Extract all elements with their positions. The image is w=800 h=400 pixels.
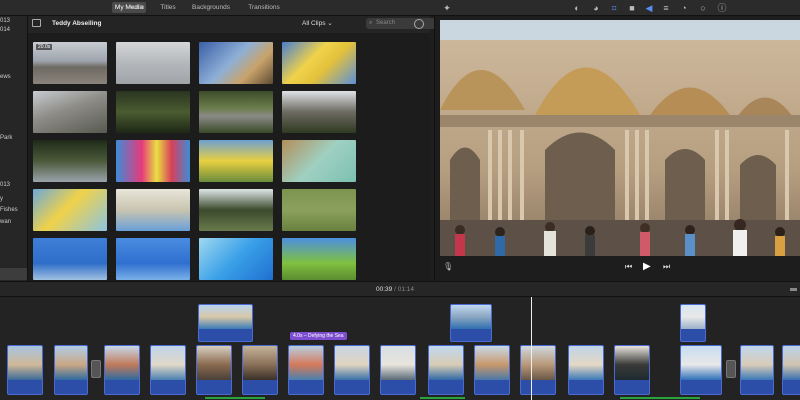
browser-header: Teddy Abseiling All Clips ⌄ ⌕ Search xyxy=(28,16,438,33)
timeline-header: 00:39 / 01:14 xyxy=(0,281,800,297)
sidebar-item[interactable]: Fishes xyxy=(0,207,18,213)
tab-titles[interactable]: Titles xyxy=(155,2,181,13)
sidebar-item[interactable]: y xyxy=(0,196,3,202)
clip-thumbnail[interactable] xyxy=(116,140,190,182)
overlay-clip[interactable] xyxy=(680,304,706,342)
timeline: 4.0s – Defying the Sea xyxy=(0,297,800,400)
timeline-clip[interactable] xyxy=(782,345,800,395)
clip-thumbnail[interactable] xyxy=(116,42,190,84)
zoom-slider[interactable] xyxy=(790,288,797,291)
stabilization-icon[interactable]: ■ xyxy=(626,2,638,14)
timeline-clip[interactable] xyxy=(242,345,278,395)
play-icon[interactable]: ▶ xyxy=(643,261,651,272)
timeline-clip[interactable] xyxy=(150,345,186,395)
speed-icon[interactable]: ◔ xyxy=(678,2,690,14)
search-icon: ⌕ xyxy=(369,20,373,26)
timeline-clip[interactable] xyxy=(334,345,370,395)
sidebar-item[interactable]: ews xyxy=(0,74,11,80)
magic-wand-icon[interactable]: ✦ xyxy=(441,2,453,14)
timeline-clip[interactable] xyxy=(680,345,722,395)
top-toolbar: My Media Audio Titles Backgrounds Transi… xyxy=(0,0,800,16)
overlay-clip[interactable] xyxy=(198,304,253,342)
clip-thumbnail[interactable] xyxy=(199,91,273,133)
audio-track[interactable] xyxy=(205,397,265,399)
timecode-separator: / xyxy=(394,286,396,293)
clip-thumbnail[interactable] xyxy=(282,91,356,133)
clip-thumbnail[interactable] xyxy=(199,238,273,280)
clip-filter-dropdown[interactable]: All Clips ⌄ xyxy=(302,19,333,27)
clip-thumbnail[interactable]: 20.0s xyxy=(33,42,107,84)
color-balance-icon[interactable]: ◐ xyxy=(571,2,583,14)
skip-back-icon[interactable]: ⏮ xyxy=(625,262,632,272)
clip-thumbnail[interactable] xyxy=(199,189,273,231)
sidebar-item[interactable]: Park xyxy=(0,135,12,141)
volume-icon[interactable]: ◀ xyxy=(643,2,655,14)
clip-thumbnail[interactable] xyxy=(116,189,190,231)
tab-transitions[interactable]: Transitions xyxy=(244,2,284,13)
timeline-clip[interactable] xyxy=(428,345,464,395)
clip-thumbnail[interactable] xyxy=(282,189,356,231)
playhead[interactable] xyxy=(531,297,532,400)
timeline-clip[interactable] xyxy=(380,345,416,395)
overlay-clip[interactable] xyxy=(450,304,492,342)
clip-thumbnail[interactable] xyxy=(282,42,356,84)
sidebar-selected-row[interactable] xyxy=(0,268,27,280)
search-placeholder: Search xyxy=(376,20,396,26)
settings-gear-icon[interactable] xyxy=(414,19,424,29)
timeline-clip[interactable] xyxy=(104,345,140,395)
transition-marker[interactable] xyxy=(91,360,101,378)
timecode-current: 00:39 xyxy=(376,286,393,293)
info-icon[interactable]: ⓘ xyxy=(716,2,728,14)
clip-thumbnail[interactable] xyxy=(199,140,273,182)
search-input[interactable]: ⌕ Search xyxy=(366,18,438,29)
clip-filter-label: All Clips xyxy=(302,20,326,27)
crop-icon[interactable]: ⌗ xyxy=(608,2,620,14)
timeline-clip[interactable] xyxy=(740,345,774,395)
timeline-clip[interactable] xyxy=(474,345,510,395)
tab-backgrounds[interactable]: Backgrounds xyxy=(189,2,233,13)
timeline-clip[interactable] xyxy=(7,345,43,395)
timeline-clip[interactable] xyxy=(568,345,604,395)
timeline-clip[interactable] xyxy=(520,345,556,395)
sidebar-item[interactable]: wan xyxy=(0,219,11,225)
video-frame-image xyxy=(440,20,800,256)
color-correction-icon[interactable]: ◕ xyxy=(590,2,602,14)
transition-marker[interactable] xyxy=(726,360,736,378)
clip-thumbnail[interactable] xyxy=(282,140,356,182)
media-browser: 20.0s xyxy=(28,33,430,281)
sidebar-item[interactable]: 013 xyxy=(0,182,10,188)
clip-thumbnail[interactable] xyxy=(282,238,356,280)
tab-audio[interactable]: Audio xyxy=(122,2,150,13)
video-preview[interactable] xyxy=(440,20,800,256)
timeline-clip[interactable] xyxy=(614,345,650,395)
timeline-clip[interactable] xyxy=(288,345,324,395)
sidebar-toggle-icon[interactable] xyxy=(32,19,41,27)
timecode-total: 01:14 xyxy=(397,286,414,293)
skip-forward-icon[interactable]: ⏭ xyxy=(663,262,670,272)
libraries-sidebar: 013 014 ews Park 013 y Fishes wan xyxy=(0,16,28,281)
clip-thumbnail[interactable] xyxy=(33,91,107,133)
viewer-panel: 🎙 ⏮ ▶ ⏭ xyxy=(434,16,800,281)
clip-thumbnail[interactable] xyxy=(199,42,273,84)
timeline-clip[interactable] xyxy=(54,345,88,395)
clip-duration-badge: 20.0s xyxy=(36,44,53,50)
clip-thumbnail[interactable] xyxy=(33,189,107,231)
audio-track[interactable] xyxy=(420,397,465,399)
timeline-clip[interactable] xyxy=(196,345,232,395)
clip-thumbnail[interactable] xyxy=(116,238,190,280)
audio-track[interactable] xyxy=(620,397,700,399)
noise-reduction-icon[interactable]: ≡ xyxy=(660,2,672,14)
filter-icon[interactable]: ○ xyxy=(697,2,709,14)
timecode-display: 00:39 / 01:14 xyxy=(376,286,414,293)
title-clip[interactable]: 4.0s – Defying the Sea xyxy=(290,332,347,340)
sidebar-item[interactable]: 013 xyxy=(0,18,10,24)
microphone-icon[interactable]: 🎙 xyxy=(443,262,453,271)
clip-thumbnail[interactable] xyxy=(116,91,190,133)
event-title: Teddy Abseiling xyxy=(52,20,102,27)
clip-thumbnail[interactable] xyxy=(33,238,107,280)
clip-thumbnail[interactable] xyxy=(33,140,107,182)
sidebar-item[interactable]: 014 xyxy=(0,27,10,33)
